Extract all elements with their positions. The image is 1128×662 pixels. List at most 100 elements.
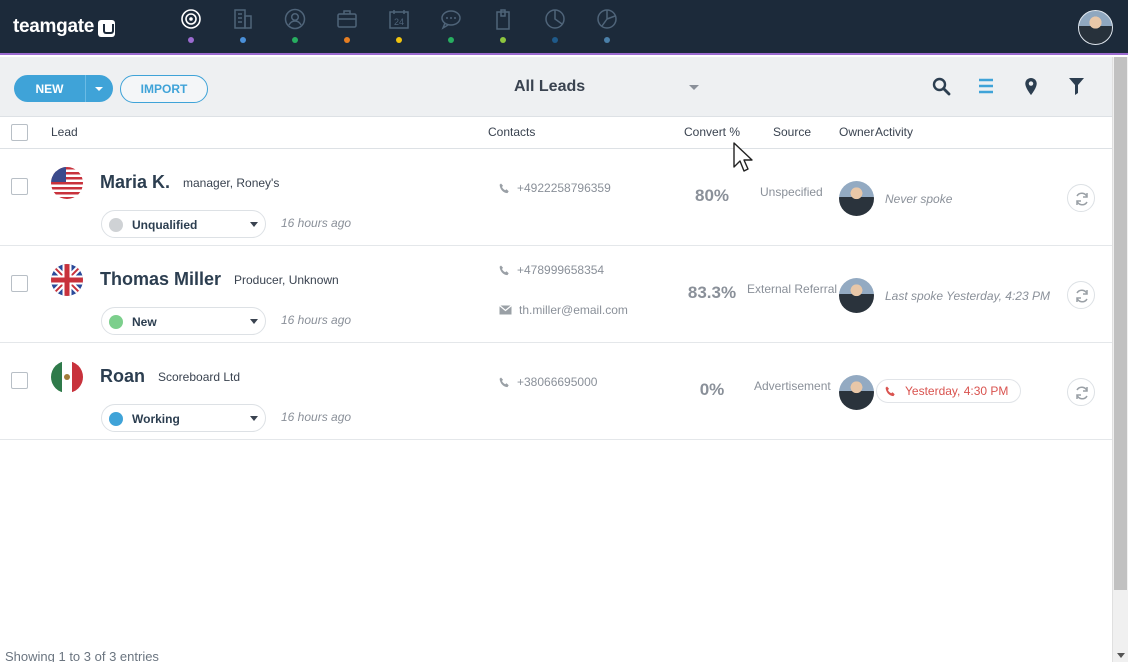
lead-subtitle: Scoreboard Ltd: [158, 370, 241, 384]
new-button-label: NEW: [35, 81, 64, 96]
contact-phone[interactable]: +478999658354: [499, 263, 604, 277]
nav-contacts[interactable]: [268, 0, 320, 55]
table-row[interactable]: Roan Scoreboard Ltd Working 16 hours ago…: [0, 343, 1112, 440]
nav-dot: [500, 37, 506, 43]
nav-analytics[interactable]: [580, 0, 632, 55]
scroll-down-arrow-icon[interactable]: [1117, 653, 1125, 658]
activity-text: Last spoke Yesterday, 4:23 PM: [885, 289, 1050, 303]
phone-icon: [499, 377, 509, 387]
new-lead-button[interactable]: NEW: [14, 75, 113, 102]
table-row[interactable]: Thomas Miller Producer, Unknown New 16 h…: [0, 246, 1112, 343]
nav-reports[interactable]: [528, 0, 580, 55]
phone-icon: [499, 183, 509, 193]
owner-avatar[interactable]: [839, 375, 874, 410]
teamgate-logo[interactable]: teamgate: [13, 16, 116, 38]
top-navigation: teamgate 24: [0, 0, 1128, 55]
mouse-cursor-icon: [733, 142, 753, 172]
status-dropdown[interactable]: New: [101, 307, 266, 335]
logo-hand-icon: [98, 19, 116, 37]
nav-dot: [188, 37, 194, 43]
nav-conversations[interactable]: [424, 0, 476, 55]
convert-percent: 83.3%: [687, 283, 737, 302]
activity-text: Yesterday, 4:30 PM: [905, 384, 1009, 398]
search-icon[interactable]: [932, 77, 951, 96]
phone-number: +4922258796359: [517, 181, 611, 195]
status-dropdown[interactable]: Unqualified: [101, 210, 266, 238]
nav-dot: [552, 37, 558, 43]
nav-dot: [344, 37, 350, 43]
nav-deals[interactable]: [320, 0, 372, 55]
status-label: Unqualified: [132, 218, 198, 232]
chevron-down-icon: [250, 416, 258, 421]
nav-dot: [448, 37, 454, 43]
email-address: th.miller@email.com: [519, 303, 628, 317]
map-pin-icon[interactable]: [1024, 77, 1038, 96]
refresh-button[interactable]: [1067, 184, 1095, 212]
mexico-flag-icon: [51, 361, 83, 393]
created-time: 16 hours ago: [281, 313, 352, 327]
phone-number: +478999658354: [517, 263, 605, 277]
row-checkbox[interactable]: [11, 275, 28, 292]
user-avatar[interactable]: [1078, 10, 1113, 45]
table-header: Lead Contacts Convert % Source Owner Act…: [0, 117, 1112, 149]
calendar-icon: 24: [389, 10, 409, 29]
row-checkbox[interactable]: [11, 178, 28, 195]
owner-avatar[interactable]: [839, 278, 874, 313]
chevron-down-icon: [250, 222, 258, 227]
column-owner[interactable]: Owner: [839, 125, 874, 139]
activity-text: Never spoke: [885, 192, 953, 206]
convert-percent: 0%: [699, 380, 725, 399]
pie-chart-icon: [545, 9, 565, 29]
refresh-button[interactable]: [1067, 378, 1095, 406]
chevron-down-icon: [250, 319, 258, 324]
column-contacts[interactable]: Contacts: [488, 125, 535, 139]
target-icon: [181, 9, 201, 29]
view-selector[interactable]: All Leads: [514, 78, 704, 98]
pie-chart-alt-icon: [597, 9, 617, 29]
nav-calendar[interactable]: 24: [372, 0, 424, 55]
phone-icon: [499, 265, 509, 275]
refresh-icon: [1076, 289, 1088, 303]
refresh-icon: [1076, 386, 1088, 400]
nav-leads[interactable]: [164, 0, 216, 55]
building-icon: [234, 9, 252, 29]
new-dropdown-toggle[interactable]: [85, 75, 113, 102]
filter-icon[interactable]: [1068, 77, 1085, 95]
svg-text:24: 24: [394, 17, 404, 27]
row-checkbox[interactable]: [11, 372, 28, 389]
scheduled-call-badge[interactable]: Yesterday, 4:30 PM: [876, 379, 1022, 403]
module-nav: 24: [164, 0, 632, 55]
lead-name[interactable]: Roan: [100, 366, 145, 387]
lead-name[interactable]: Thomas Miller: [100, 269, 221, 290]
lead-subtitle: manager, Roney's: [183, 176, 280, 190]
contact-email[interactable]: th.miller@email.com: [499, 303, 628, 317]
view-selector-label: All Leads: [514, 78, 586, 95]
list-view-icon[interactable]: [977, 77, 995, 95]
table-row[interactable]: Maria K. manager, Roney's Unqualified 16…: [0, 149, 1112, 246]
lead-source: External Referral: [747, 282, 838, 296]
mail-icon: [499, 305, 512, 315]
lead-name[interactable]: Maria K.: [100, 172, 170, 193]
contact-phone[interactable]: +4922258796359: [499, 181, 611, 195]
vertical-scrollbar[interactable]: [1112, 57, 1128, 662]
refresh-button[interactable]: [1067, 281, 1095, 309]
contact-icon: [284, 8, 306, 30]
briefcase-icon: [337, 10, 357, 28]
column-source[interactable]: Source: [773, 125, 811, 139]
column-convert[interactable]: Convert %: [684, 125, 740, 139]
status-dot: [109, 315, 123, 329]
nav-companies[interactable]: [216, 0, 268, 55]
import-button[interactable]: IMPORT: [120, 75, 208, 103]
column-activity[interactable]: Activity: [875, 125, 913, 139]
us-flag-icon: [51, 167, 83, 199]
nav-tasks[interactable]: [476, 0, 528, 55]
refresh-icon: [1076, 192, 1088, 206]
convert-percent: 80%: [694, 186, 730, 205]
column-lead[interactable]: Lead: [51, 125, 78, 139]
owner-avatar[interactable]: [839, 181, 874, 216]
status-dropdown[interactable]: Working: [101, 404, 266, 432]
select-all-checkbox[interactable]: [11, 124, 28, 141]
contact-phone[interactable]: +38066695000: [499, 375, 597, 389]
leads-toolbar: NEW IMPORT All Leads: [0, 57, 1112, 117]
scrollbar-thumb[interactable]: [1114, 57, 1127, 590]
